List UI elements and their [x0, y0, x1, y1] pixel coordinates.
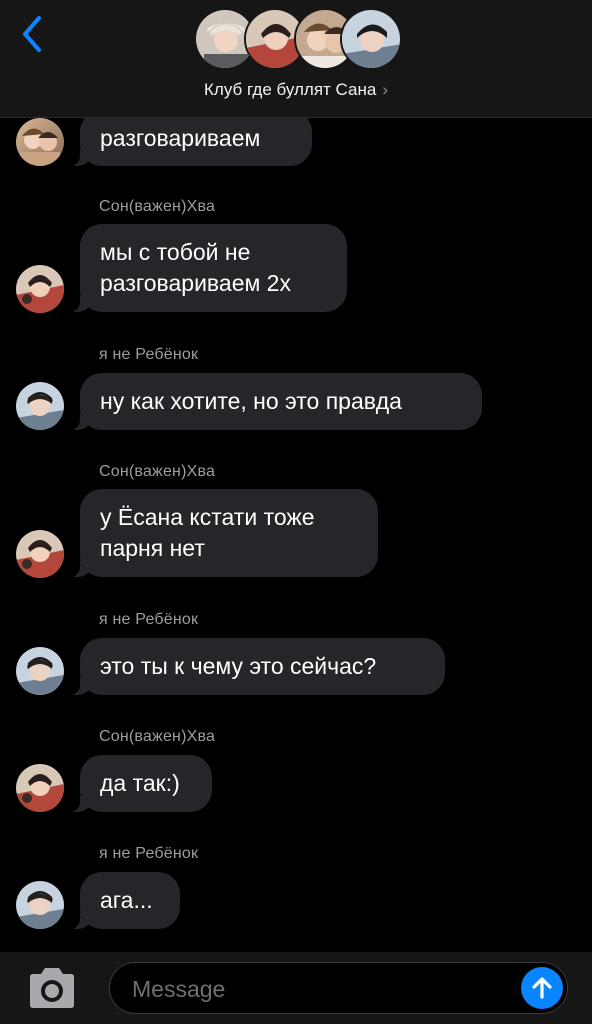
- avatar[interactable]: [16, 530, 64, 578]
- message-text: у Ёсана кстати тоже парня нет: [100, 504, 315, 561]
- group-name-link[interactable]: Клуб где буллят Сана ›: [0, 80, 592, 100]
- composer-bar: [0, 952, 592, 1024]
- avatar: [340, 8, 402, 70]
- avatar[interactable]: [16, 647, 64, 695]
- sender-name: я не Ребёнок: [99, 346, 199, 363]
- message-text: ага...: [100, 887, 153, 913]
- arrow-up-icon: [532, 977, 552, 999]
- message-bubble[interactable]: мы с тобой не разговариваем 2х: [70, 224, 347, 312]
- chevron-right-icon: ›: [382, 80, 388, 99]
- message-text: разговариваем: [100, 124, 261, 151]
- avatar[interactable]: [16, 118, 64, 166]
- sender-name: Сон(важен)Хва: [99, 463, 216, 480]
- group-name: Клуб где буллят Сана: [204, 80, 377, 99]
- message-bubble[interactable]: ну как хотите, но это правда: [70, 373, 482, 430]
- message-bubble[interactable]: да так:): [70, 755, 212, 812]
- message-text: ну как хотите, но это правда: [100, 388, 402, 414]
- message-bubble[interactable]: это ты к чему это сейчас?: [70, 638, 445, 695]
- send-button[interactable]: [521, 967, 563, 1009]
- message-text: мы с тобой не разговариваем 2х: [100, 239, 291, 296]
- sender-name: я не Ребёнок: [99, 611, 199, 628]
- message-input[interactable]: [130, 969, 514, 1009]
- avatar[interactable]: [16, 382, 64, 430]
- conversation-header: Клуб где буллят Сана ›: [0, 0, 592, 118]
- group-avatar-stack[interactable]: [194, 8, 402, 72]
- message-bubble[interactable]: разговариваем: [70, 110, 312, 166]
- message-list[interactable]: разговариваем Сон(важен)Хва мы с тобой н…: [0, 0, 592, 952]
- camera-icon: [30, 968, 74, 1008]
- message-bubble[interactable]: ага...: [70, 872, 180, 929]
- avatar[interactable]: [16, 881, 64, 929]
- camera-button[interactable]: [26, 967, 78, 1009]
- chevron-left-icon: [23, 16, 41, 52]
- sender-name: я не Ребёнок: [99, 845, 199, 862]
- avatar[interactable]: [16, 265, 64, 313]
- sender-name: Сон(важен)Хва: [99, 198, 216, 215]
- message-bubble[interactable]: у Ёсана кстати тоже парня нет: [70, 489, 378, 577]
- avatar[interactable]: [16, 764, 64, 812]
- message-text: это ты к чему это сейчас?: [100, 653, 377, 679]
- back-button[interactable]: [14, 12, 50, 56]
- message-field[interactable]: [109, 962, 568, 1014]
- sender-name: Сон(важен)Хва: [99, 728, 216, 745]
- message-text: да так:): [100, 770, 180, 796]
